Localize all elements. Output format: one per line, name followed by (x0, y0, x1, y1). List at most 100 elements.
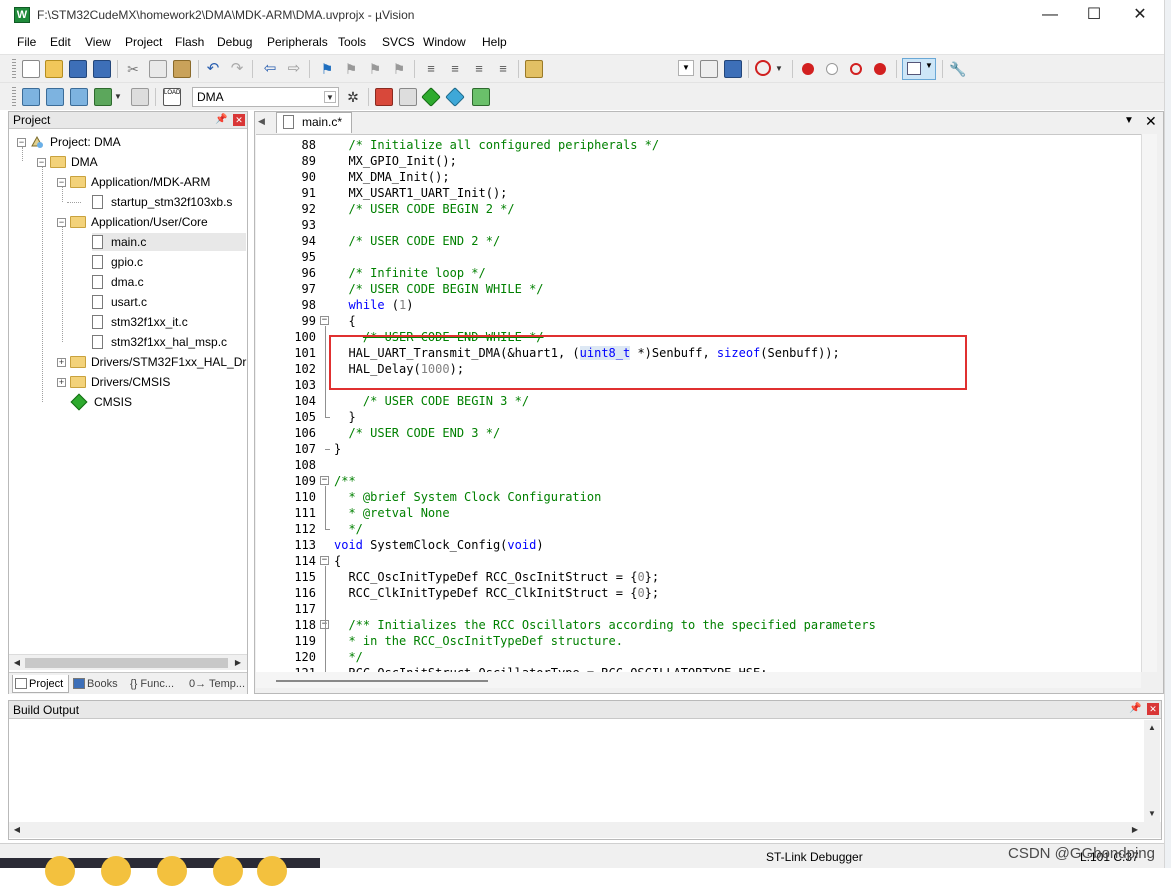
scroll-right-icon[interactable]: ▶ (230, 655, 246, 671)
code-line[interactable]: 120 */ (256, 649, 1141, 665)
tree-group-hal-driver[interactable]: + Drivers/STM32F1xx_HAL_Driv (57, 353, 247, 371)
tab-templates[interactable]: 0→ Temp... (189, 675, 246, 693)
build-vertical-scrollbar[interactable]: ▲ ▼ (1144, 720, 1160, 822)
paste-icon[interactable] (173, 60, 191, 78)
select-packs-icon[interactable] (445, 87, 465, 107)
code-line[interactable]: 107} (256, 441, 1141, 457)
scroll-left-icon[interactable]: ◀ (9, 655, 25, 671)
code-line[interactable]: 94 /* USER CODE END 2 */ (256, 233, 1141, 249)
code-line[interactable]: 121 RCC_OscInitStruct.OscillatorType = R… (256, 665, 1141, 672)
toolbar-grip[interactable] (12, 87, 16, 107)
cut-icon[interactable]: ✂ (124, 60, 142, 78)
code-line[interactable]: 118− /** Initializes the RCC Oscillators… (256, 617, 1141, 633)
code-line[interactable]: 106 /* USER CODE END 3 */ (256, 425, 1141, 441)
scrollbar-thumb[interactable] (25, 658, 228, 668)
scroll-right-icon[interactable]: ▶ (1127, 822, 1143, 838)
code-line[interactable]: 93 (256, 217, 1141, 233)
tab-functions[interactable]: {} Func... (130, 675, 186, 693)
tab-books[interactable]: Books (71, 675, 126, 693)
pack-installer-icon[interactable] (472, 88, 490, 106)
build-output-text[interactable] (9, 720, 1144, 822)
code-line[interactable]: 92 /* USER CODE BEGIN 2 */ (256, 201, 1141, 217)
close-icon[interactable]: ✕ (233, 114, 245, 126)
code-line[interactable]: 95 (256, 249, 1141, 265)
code-line[interactable]: 88 /* Initialize all configured peripher… (256, 137, 1141, 153)
copy-icon[interactable] (149, 60, 167, 78)
menu-svcs[interactable]: SVCS (382, 35, 415, 49)
debug-session-icon[interactable] (755, 60, 771, 76)
tree-project-root[interactable]: − Project: DMA (17, 133, 121, 151)
code-line[interactable]: 96 /* Infinite loop */ (256, 265, 1141, 281)
code-line[interactable]: 89 MX_GPIO_Init(); (256, 153, 1141, 169)
code-line[interactable]: 116 RCC_ClkInitTypeDef RCC_ClkInitStruct… (256, 585, 1141, 601)
code-line[interactable]: 112 */ (256, 521, 1141, 537)
code-editor[interactable]: 88 /* Initialize all configured peripher… (256, 134, 1141, 672)
menu-flash[interactable]: Flash (175, 35, 204, 49)
build-horizontal-scrollbar[interactable]: ◀ ▶ (9, 822, 1161, 838)
rebuild-icon[interactable] (70, 88, 88, 106)
code-line[interactable]: 115 RCC_OscInitTypeDef RCC_OscInitStruct… (256, 569, 1141, 585)
collapse-icon[interactable]: − (57, 218, 66, 227)
find-in-files-icon[interactable] (525, 60, 543, 78)
tree-file[interactable]: stm32f1xx_hal_msp.c (92, 333, 227, 351)
navigate-forward-icon[interactable]: ⇨ (285, 60, 303, 78)
code-line[interactable]: 108 (256, 457, 1141, 473)
debug-dropdown-icon[interactable]: ▼ (775, 60, 785, 78)
redo-icon[interactable]: ↷ (228, 60, 246, 78)
code-line[interactable]: 119 * in the RCC_OscInitTypeDef structur… (256, 633, 1141, 649)
menu-file[interactable]: File (17, 35, 36, 49)
editor-horizontal-scrollbar[interactable] (256, 672, 1141, 688)
window-layout-button[interactable]: ▼ (902, 58, 936, 80)
code-line[interactable]: 105 } (256, 409, 1141, 425)
menu-view[interactable]: View (85, 35, 111, 49)
close-icon[interactable]: ✕ (1147, 703, 1159, 715)
unindent-icon[interactable]: ≡ (446, 60, 464, 78)
menu-help[interactable]: Help (482, 35, 507, 49)
editor-tab-list-icon[interactable]: ▼ (1124, 115, 1134, 126)
menu-project[interactable]: Project (125, 35, 162, 49)
expand-icon[interactable]: + (57, 358, 66, 367)
code-line[interactable]: 113 void SystemClock_Config(void) (256, 537, 1141, 553)
disable-breakpoint-icon[interactable] (826, 63, 838, 75)
tree-file[interactable]: dma.c (92, 273, 144, 291)
menu-peripherals[interactable]: Peripherals (267, 35, 328, 49)
disable-all-breakpoints-icon[interactable] (850, 63, 862, 75)
tree-file-main-c[interactable]: main.c (92, 233, 246, 251)
comment-icon[interactable]: ≡ (470, 60, 488, 78)
maximize-button[interactable]: ☐ (1071, 0, 1117, 32)
scroll-down-icon[interactable]: ▼ (1144, 806, 1160, 822)
close-button[interactable]: ✕ (1117, 0, 1163, 32)
scroll-up-icon[interactable]: ▲ (1144, 720, 1160, 736)
target-select[interactable]: DMA ▼ (192, 87, 339, 107)
navigate-back-icon[interactable]: ⇦ (261, 60, 279, 78)
code-line[interactable]: 90 MX_DMA_Init(); (256, 169, 1141, 185)
save-icon[interactable] (69, 60, 87, 78)
batch-dropdown-icon[interactable]: ▼ (114, 88, 124, 106)
tree-group-cmsis[interactable]: + Drivers/CMSIS (57, 373, 170, 391)
collapse-icon[interactable]: − (17, 138, 26, 147)
bookmark-icon[interactable]: ⚑ (318, 60, 336, 78)
batch-build-icon[interactable] (94, 88, 112, 106)
code-line[interactable]: 117 (256, 601, 1141, 617)
toolbar-grip[interactable] (12, 59, 16, 79)
kill-all-breakpoints-icon[interactable] (874, 63, 886, 75)
tab-project[interactable]: Project (12, 675, 69, 693)
translate-icon[interactable] (22, 88, 40, 106)
save-all-icon[interactable] (93, 60, 111, 78)
tree-cmsis-component[interactable]: CMSIS (70, 393, 132, 411)
indent-icon[interactable]: ≡ (422, 60, 440, 78)
pin-icon[interactable]: 📌 (1129, 703, 1141, 714)
menu-window[interactable]: Window (423, 35, 466, 49)
uncomment-icon[interactable]: ≡ (494, 60, 512, 78)
editor-close-icon[interactable]: ✕ (1145, 113, 1157, 130)
code-line[interactable]: 99− { (256, 313, 1141, 329)
code-line[interactable]: 111 * @retval None (256, 505, 1141, 521)
editor-vertical-scrollbar[interactable] (1141, 134, 1157, 672)
incremental-find-icon[interactable] (724, 60, 742, 78)
menu-tools[interactable]: Tools (338, 35, 366, 49)
menu-debug[interactable]: Debug (217, 35, 252, 49)
expand-icon[interactable]: + (57, 378, 66, 387)
minimize-button[interactable]: — (1027, 0, 1073, 32)
collapse-icon[interactable]: − (37, 158, 46, 167)
code-line[interactable]: 114−{ (256, 553, 1141, 569)
